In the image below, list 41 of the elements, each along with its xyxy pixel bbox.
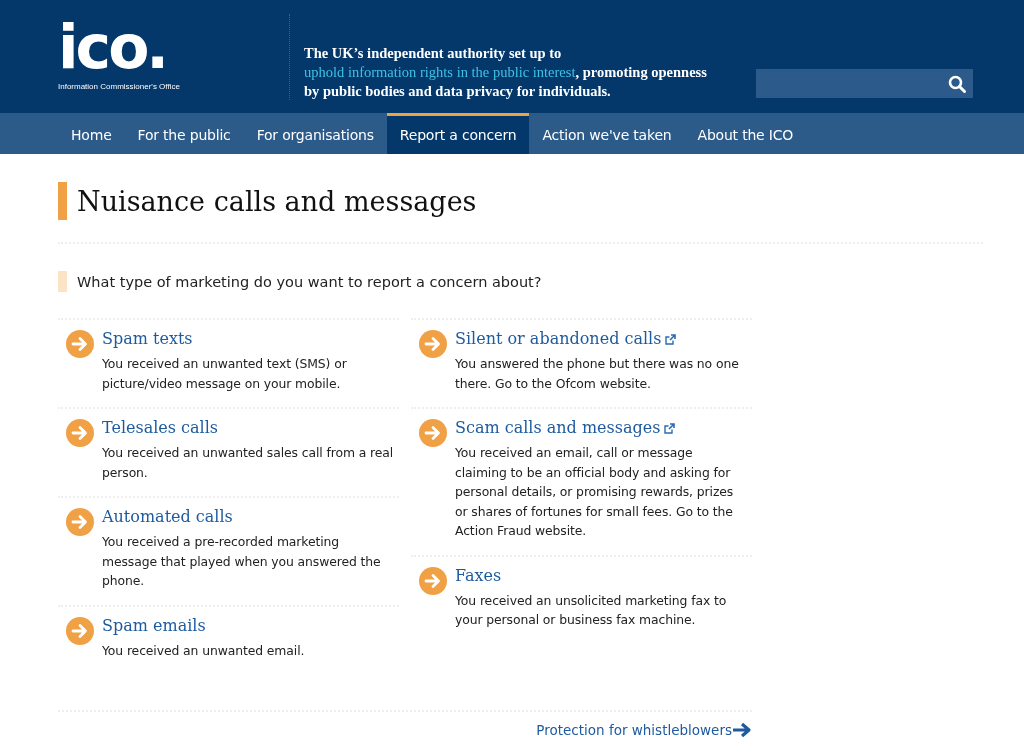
nav-tab[interactable]: Home [58,113,125,154]
option-description: You answered the phone but there was no one there. Go to the Ofcom website. [455,355,740,393]
arrow-circle-icon[interactable] [419,330,447,358]
accent-bar [58,271,67,292]
nav-tab[interactable]: For organisations [243,113,387,154]
option-link[interactable]: Spam emails [102,614,206,637]
arrow-circle-icon[interactable] [419,566,447,595]
arrow-circle-icon[interactable] [66,330,94,358]
logo-subtitle: Information Commissioner's Office [58,82,180,91]
nav-tab[interactable]: Action we've taken [529,113,685,154]
nav-tab[interactable]: Report a concern [386,113,530,154]
option-description: You received an unwanted text (SMS) or picture/video message on your mobile. [102,355,348,393]
option-link[interactable]: Faxes [455,564,502,587]
tagline: The UK’s independent authority set up to uphold information rights in the public interest, promoting openness by public bodies and data privacy for individuals. [304,44,708,101]
arrow-circle-icon[interactable] [66,508,94,536]
external-link-icon [665,333,677,345]
option-description: You received a pre-recorded marketing message that played when you answered the phone. [102,533,382,590]
option-link[interactable]: Silent or abandoned calls [455,328,662,350]
nav-tab[interactable]: About the ICO [684,113,807,154]
option-description: You received an email, call or message claiming to be an official body and asking for personal details, or promising rewards, prizes or shares of fortunes for small fees. Go to the Action Fraud website. [455,444,735,540]
page-heading: Nuisance calls and messages [77,185,477,217]
arrow-circle-icon[interactable] [66,419,94,447]
option-link[interactable]: Automated calls [102,506,233,528]
option-link[interactable]: Scam calls and messages [455,417,661,439]
arrow-right-icon[interactable] [732,722,752,738]
search-field[interactable] [756,69,973,98]
option-description: You received an unwanted email. [102,641,306,660]
option-description: You received an unsolicited marketing fax to your personal or business fax machine. [455,591,728,629]
nav-tab[interactable]: For the public [124,113,244,154]
external-link-icon [664,422,676,434]
search-icon[interactable] [948,74,966,93]
arrow-circle-icon[interactable] [66,616,94,645]
accent-bar [58,182,67,220]
arrow-circle-icon[interactable] [419,419,447,447]
option-link[interactable]: Spam texts [102,328,193,350]
question-text: What type of marketing do you want to report a concern about? [77,273,542,290]
logo-mark[interactable]: ico. [58,14,167,80]
option-link[interactable]: Telesales calls [102,417,219,439]
option-description: You received an unwanted sales call from a real person. [102,444,395,482]
tagline-link[interactable]: uphold information rights in the public interest [304,64,576,80]
whistleblowers-link[interactable]: Protection for whistleblowers [536,722,732,738]
